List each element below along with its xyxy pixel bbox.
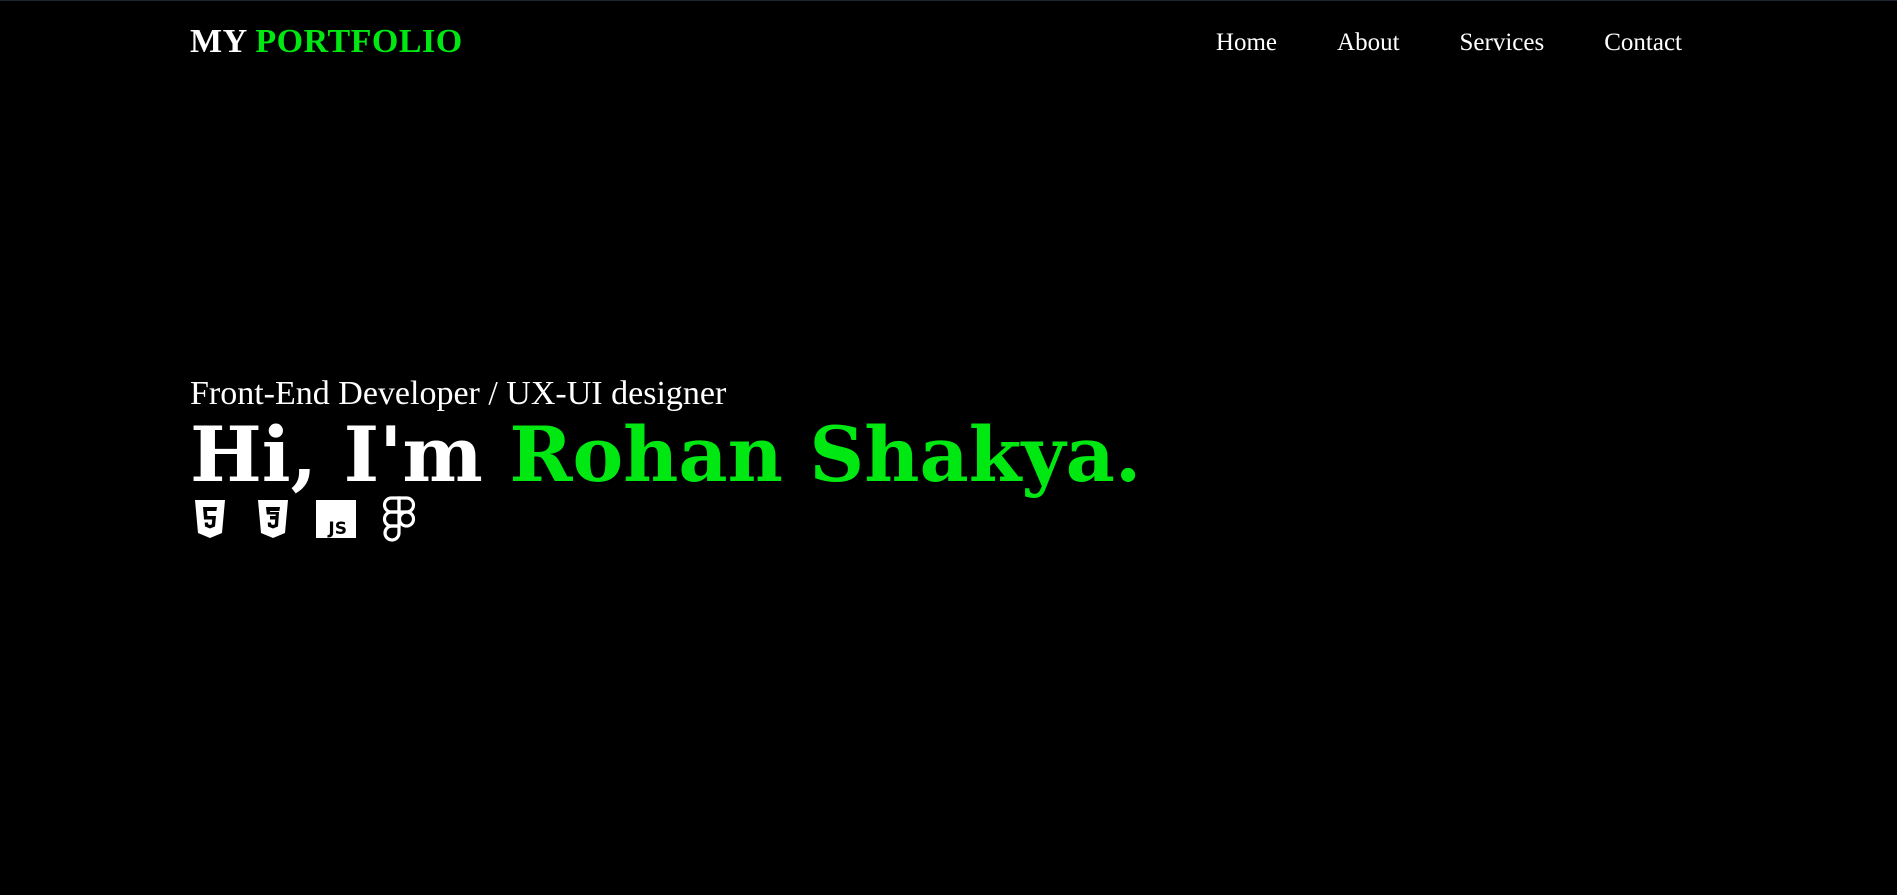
main-nav: Home About Services Contact xyxy=(1156,28,1682,58)
html5-icon xyxy=(190,498,230,540)
javascript-icon-text: JS xyxy=(327,519,347,539)
nav-contact-link[interactable]: Contact xyxy=(1604,28,1682,58)
figma-icon xyxy=(379,496,419,542)
top-border xyxy=(0,0,1897,1)
hero-section: Front-End Developer / UX-UI designer Hi,… xyxy=(190,373,1141,542)
logo-text-my: MY xyxy=(190,23,247,60)
logo-text-portfolio: PORTFOLIO xyxy=(255,23,463,60)
hero-subtitle: Front-End Developer / UX-UI designer xyxy=(190,375,727,412)
hero-greeting: Hi, I'm xyxy=(190,410,483,499)
hero-name: Rohan Shakya. xyxy=(509,410,1142,499)
nav-about-link[interactable]: About xyxy=(1337,28,1400,58)
javascript-icon: JS xyxy=(316,498,356,540)
nav-home-link[interactable]: Home xyxy=(1216,28,1277,58)
hero-headline: Hi, I'm Rohan Shakya. xyxy=(190,413,1141,497)
nav-services-link[interactable]: Services xyxy=(1460,28,1545,58)
logo[interactable]: MY PORTFOLIO xyxy=(190,22,463,62)
css3-icon xyxy=(253,498,293,540)
tech-icons: JS xyxy=(190,496,1141,542)
